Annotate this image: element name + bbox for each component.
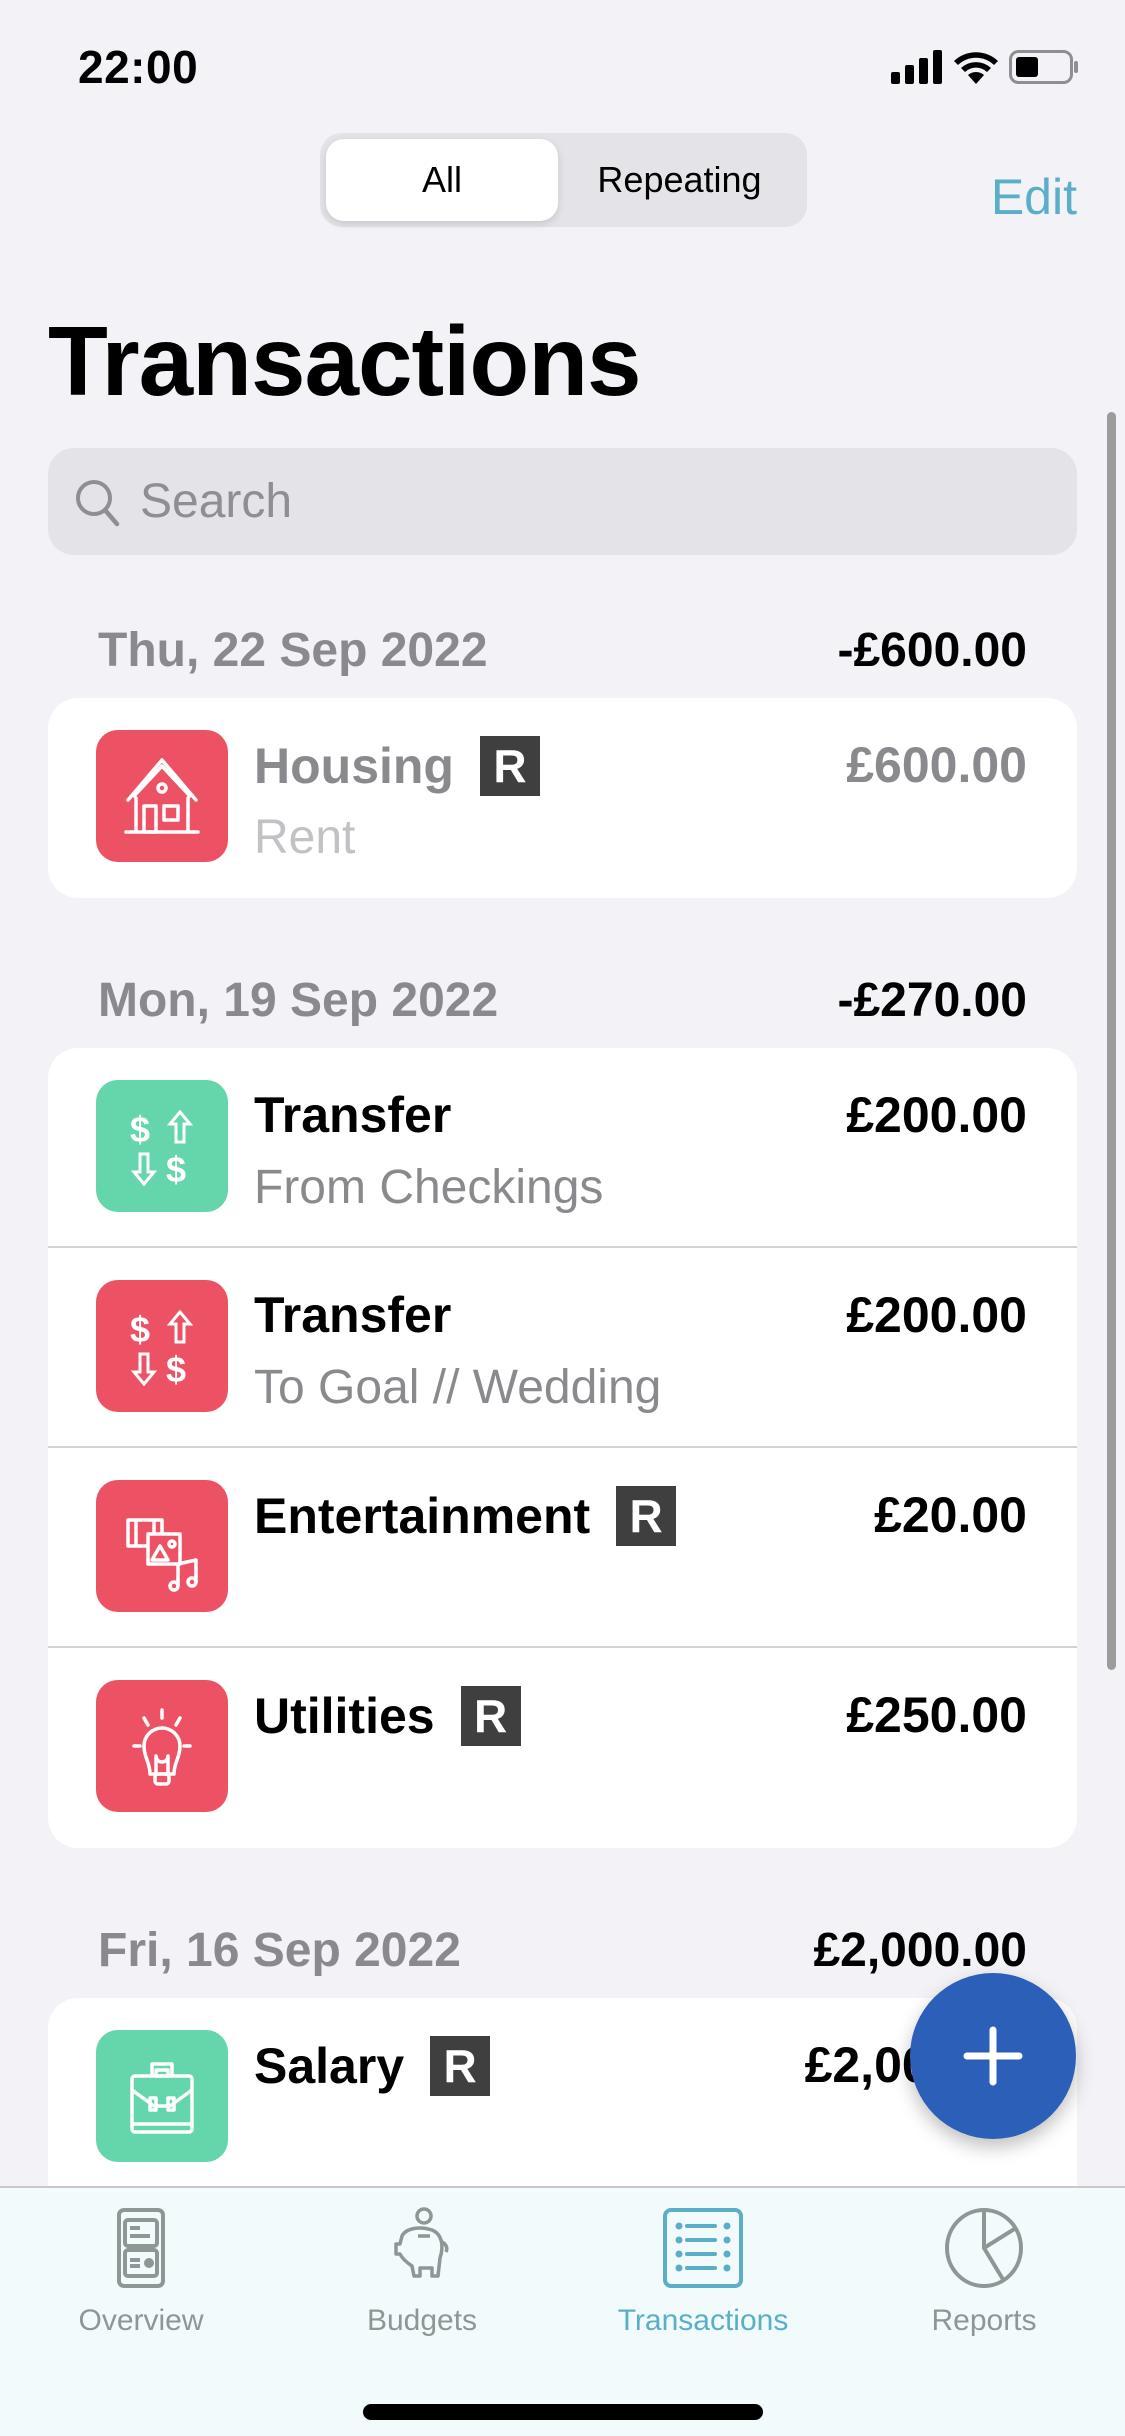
transaction-amount: £600.00 xyxy=(846,737,1027,793)
status-bar: 22:00 xyxy=(0,0,1125,130)
media-icon xyxy=(126,1518,198,1592)
transaction-title: Housing xyxy=(254,738,454,794)
repeating-badge: R xyxy=(616,1486,677,1546)
category-icon-tile: $ $ xyxy=(96,1080,228,1212)
overview-icon xyxy=(117,2208,165,2288)
battery-icon xyxy=(1009,50,1078,84)
section-total: -£600.00 xyxy=(837,623,1028,677)
category-icon-tile: $ $ xyxy=(96,1280,228,1412)
transfer-icon: $ $ xyxy=(130,1109,194,1190)
svg-text:$: $ xyxy=(166,1349,186,1390)
add-transaction-button[interactable] xyxy=(910,1973,1076,2139)
status-time: 22:00 xyxy=(78,41,199,93)
transaction-title: Transfer xyxy=(254,1287,452,1343)
svg-text:$: $ xyxy=(166,1149,186,1190)
tab-label: Overview xyxy=(78,2304,204,2337)
segment-repeating[interactable]: Repeating xyxy=(558,139,801,221)
tab-label: Budgets xyxy=(366,2304,478,2337)
repeating-badge: R xyxy=(460,1686,521,1746)
house-icon xyxy=(124,758,200,834)
transaction-row[interactable]: Utilities R £250.00 xyxy=(48,1648,1077,1848)
search-bar xyxy=(48,448,1077,555)
plus-icon xyxy=(963,2026,1023,2086)
category-icon-tile xyxy=(96,730,228,862)
home-indicator xyxy=(363,2404,763,2420)
section-total: £2,000.00 xyxy=(813,1923,1027,1977)
search-icon xyxy=(76,479,120,526)
transaction-row[interactable]: $ $ Transfer From Checkings £200.00 xyxy=(48,1048,1077,1248)
wifi-icon xyxy=(954,52,998,84)
transaction-row[interactable]: Entertainment R £20.00 xyxy=(48,1448,1077,1648)
segment-all[interactable]: All xyxy=(326,139,558,221)
svg-text:$: $ xyxy=(130,1309,150,1350)
signal-icon xyxy=(891,50,942,84)
transaction-title: Salary xyxy=(254,2038,405,2094)
transfer-icon: $ $ xyxy=(130,1309,194,1390)
transaction-amount: £20.00 xyxy=(874,1487,1027,1543)
transaction-amount: £200.00 xyxy=(846,1087,1027,1143)
transaction-subtitle: To Goal // Wedding xyxy=(254,1361,662,1414)
transaction-subtitle: Rent xyxy=(254,811,356,864)
tab-label: Transactions xyxy=(617,2304,789,2337)
transaction-amount: £200.00 xyxy=(846,1287,1027,1343)
repeating-badge: R xyxy=(430,2036,491,2096)
svg-text:$: $ xyxy=(130,1109,150,1150)
transaction-row[interactable]: $ $ Transfer To Goal // Wedding £200.00 xyxy=(48,1248,1077,1448)
transaction-title: Utilities xyxy=(254,1688,435,1744)
scrollbar[interactable] xyxy=(1107,412,1116,1670)
transaction-subtitle: From Checkings xyxy=(254,1161,604,1214)
tab-budgets[interactable]: Budgets xyxy=(322,2206,522,2338)
section-header: Thu, 22 Sep 2022 -£600.00 xyxy=(48,618,1077,682)
piggy-bank-icon xyxy=(394,2207,449,2278)
search-input[interactable] xyxy=(140,474,1040,529)
tab-bar: Overview Budgets Transactions Reports xyxy=(0,2186,1125,2436)
tab-transactions[interactable]: Transactions xyxy=(603,2206,803,2338)
category-icon-tile xyxy=(96,1680,228,1812)
filter-segmented-control: All Repeating xyxy=(320,133,807,227)
tab-label: Reports xyxy=(931,2304,1037,2337)
pie-chart-icon xyxy=(945,2208,1023,2288)
transaction-row[interactable]: Housing R Rent £600.00 xyxy=(48,698,1077,898)
category-icon-tile xyxy=(96,1480,228,1612)
lightbulb-icon xyxy=(132,1708,192,1786)
transaction-group: Housing R Rent £600.00 xyxy=(48,698,1077,898)
category-icon-tile xyxy=(96,2030,228,2162)
status-icons xyxy=(891,50,1081,84)
section-total: -£270.00 xyxy=(837,973,1028,1027)
page-title: Transactions xyxy=(48,306,642,416)
transaction-title: Transfer xyxy=(254,1087,452,1143)
section-date: Mon, 19 Sep 2022 xyxy=(98,973,499,1027)
section-date: Fri, 16 Sep 2022 xyxy=(98,1923,461,1977)
section-date: Thu, 22 Sep 2022 xyxy=(98,623,488,677)
transaction-group: $ $ Transfer From Checkings £200.00 $ $ … xyxy=(48,1048,1077,1848)
edit-button[interactable]: Edit xyxy=(991,168,1077,226)
tab-reports[interactable]: Reports xyxy=(884,2206,1084,2338)
transaction-title: Entertainment xyxy=(254,1488,591,1544)
section-header: Fri, 16 Sep 2022 £2,000.00 xyxy=(48,1918,1077,1982)
tab-overview[interactable]: Overview xyxy=(41,2206,241,2338)
repeating-badge: R xyxy=(479,736,540,796)
list-icon xyxy=(663,2208,743,2288)
transaction-amount: £250.00 xyxy=(846,1687,1027,1743)
section-header: Mon, 19 Sep 2022 -£270.00 xyxy=(48,968,1077,1032)
briefcase-icon xyxy=(130,2062,194,2134)
